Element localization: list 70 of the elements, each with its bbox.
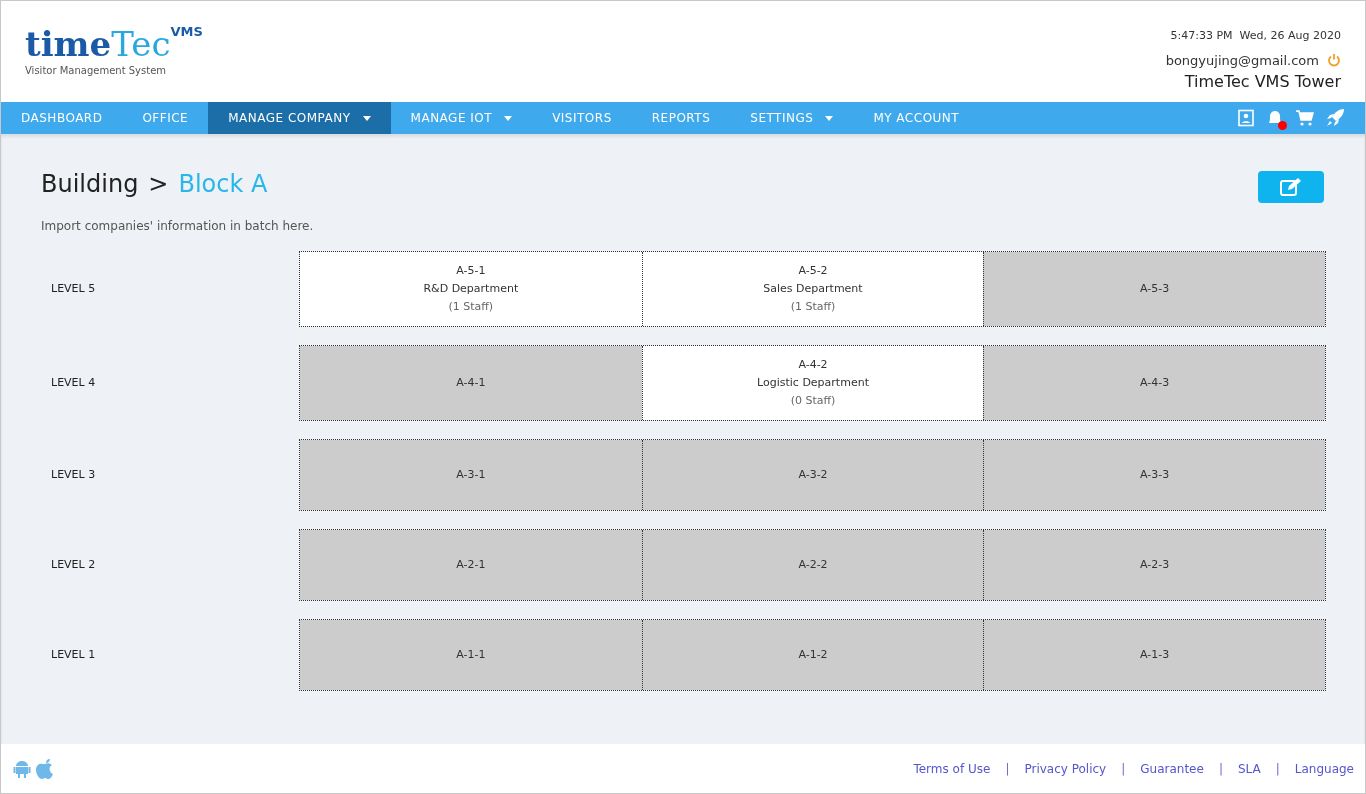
level-label: LEVEL 2 bbox=[51, 556, 96, 573]
vacant-unit-cell[interactable]: A-1-2 bbox=[641, 620, 984, 690]
occupied-unit-cell[interactable]: A-5-1 R&D Department (1 Staff) bbox=[300, 252, 642, 326]
level-label: LEVEL 1 bbox=[51, 646, 96, 663]
logo-tagline: Visitor Management System bbox=[25, 64, 168, 78]
footer-link[interactable]: SLA bbox=[1237, 759, 1261, 778]
unit-code: A-2-1 bbox=[456, 557, 486, 573]
unit-code: A-4-3 bbox=[1140, 375, 1170, 391]
occupied-unit-cell[interactable]: A-4-2 Logistic Department (0 Staff) bbox=[641, 346, 984, 420]
vacant-unit-cell[interactable]: A-4-1 bbox=[300, 346, 642, 420]
occupied-unit-cell[interactable]: A-5-2 Sales Department (1 Staff) bbox=[641, 252, 984, 326]
unit-code: A-1-1 bbox=[456, 647, 486, 663]
nav-tab[interactable]: MANAGE COMPANY bbox=[208, 102, 391, 134]
unit-code: A-2-3 bbox=[1140, 557, 1170, 573]
level-label: LEVEL 4 bbox=[51, 374, 96, 391]
unit-code: A-3-2 bbox=[798, 467, 828, 483]
unit-code: A-1-2 bbox=[798, 647, 828, 663]
logo-text: Tec bbox=[111, 27, 171, 61]
link-separator: | bbox=[1120, 760, 1127, 778]
staff-count: (1 Staff) bbox=[790, 299, 836, 315]
breadcrumb-separator: > bbox=[148, 172, 169, 196]
level-label: LEVEL 5 bbox=[51, 280, 96, 297]
apple-icon[interactable] bbox=[35, 757, 55, 780]
site-name: TimeTec VMS Tower bbox=[1184, 71, 1341, 93]
staff-count: (0 Staff) bbox=[790, 393, 836, 409]
unit-code: A-5-1 bbox=[456, 263, 486, 279]
contact-card-icon[interactable] bbox=[1237, 109, 1255, 127]
rocket-icon[interactable] bbox=[1325, 108, 1345, 128]
level-label: LEVEL 3 bbox=[51, 466, 96, 483]
vacant-unit-cell[interactable]: A-2-3 bbox=[983, 530, 1325, 600]
footer-link[interactable]: Language bbox=[1294, 759, 1354, 778]
cart-icon[interactable] bbox=[1295, 109, 1315, 127]
breadcrumb-current: Block A bbox=[178, 172, 268, 196]
date-time: 5:47:33 PM Wed, 26 Aug 2020 bbox=[1170, 28, 1341, 44]
department-name: Sales Department bbox=[763, 281, 863, 297]
vacant-unit-cell[interactable]: A-5-3 bbox=[983, 252, 1325, 326]
link-separator: | bbox=[1217, 760, 1224, 778]
footer-link[interactable]: Privacy Policy bbox=[1024, 759, 1107, 778]
user-email: bongyujing@gmail.com bbox=[1165, 51, 1319, 70]
unit-code: A-3-3 bbox=[1140, 467, 1170, 483]
breadcrumb-parent[interactable]: Building bbox=[41, 172, 139, 196]
unit-code: A-5-2 bbox=[798, 263, 828, 279]
vacant-unit-cell[interactable]: A-2-2 bbox=[641, 530, 984, 600]
staff-count: (1 Staff) bbox=[448, 299, 494, 315]
vacant-unit-cell[interactable]: A-3-1 bbox=[300, 440, 642, 510]
vacant-unit-cell[interactable]: A-3-3 bbox=[983, 440, 1325, 510]
department-name: R&D Department bbox=[423, 281, 519, 297]
android-icon[interactable] bbox=[12, 758, 32, 779]
unit-code: A-3-1 bbox=[456, 467, 486, 483]
vacant-unit-cell[interactable]: A-1-1 bbox=[300, 620, 642, 690]
unit-code: A-5-3 bbox=[1140, 281, 1170, 297]
link-separator: | bbox=[1274, 760, 1281, 778]
edit-button[interactable] bbox=[1258, 171, 1324, 203]
unit-code: A-4-1 bbox=[456, 375, 486, 391]
department-name: Logistic Department bbox=[757, 375, 869, 391]
unit-code: A-4-2 bbox=[798, 357, 828, 373]
vacant-unit-cell[interactable]: A-1-3 bbox=[983, 620, 1325, 690]
page-description: Import companies' information in batch here. bbox=[41, 218, 315, 235]
unit-code: A-2-2 bbox=[798, 557, 828, 573]
footer-link[interactable]: Terms of Use bbox=[913, 759, 991, 778]
footer-link[interactable]: Guarantee bbox=[1140, 759, 1204, 778]
logo-suffix-text: VMS bbox=[170, 25, 203, 38]
link-separator: | bbox=[1004, 760, 1011, 778]
edit-icon bbox=[1279, 177, 1303, 197]
vacant-unit-cell[interactable]: A-2-1 bbox=[300, 530, 642, 600]
vacant-unit-cell[interactable]: A-3-2 bbox=[641, 440, 984, 510]
unit-code: A-1-3 bbox=[1140, 647, 1170, 663]
vacant-unit-cell[interactable]: A-4-3 bbox=[983, 346, 1325, 420]
logo-text: time bbox=[25, 27, 112, 61]
power-icon[interactable] bbox=[1327, 53, 1341, 68]
